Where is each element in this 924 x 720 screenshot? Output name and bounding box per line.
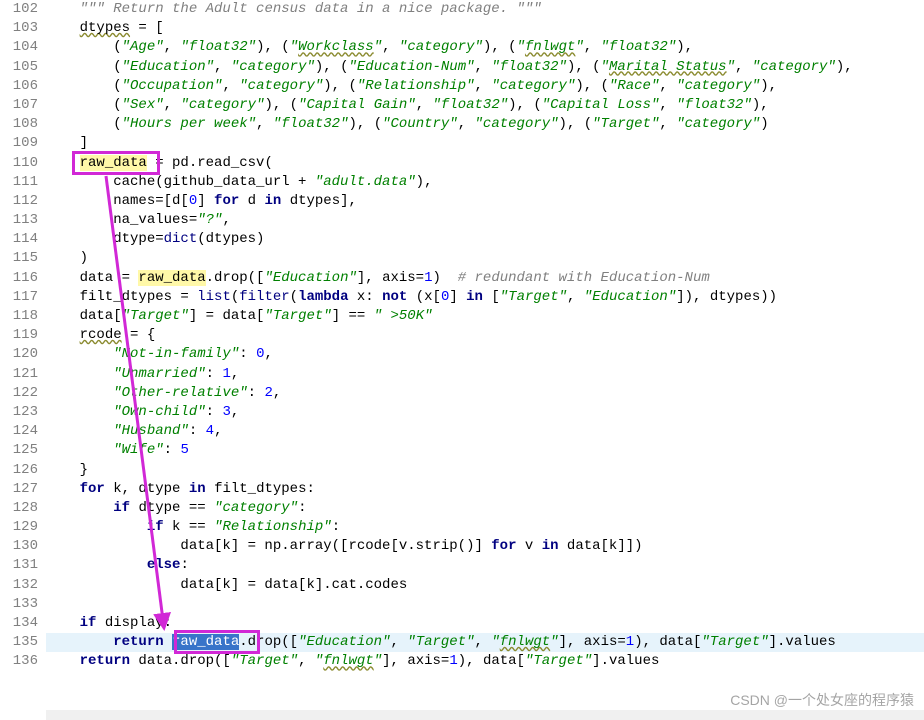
code-line[interactable]: ("Sex", "category"), ("Capital Gain", "f… xyxy=(46,96,924,115)
code-line[interactable]: dtype=dict(dtypes) xyxy=(46,230,924,249)
line-number: 127 xyxy=(0,480,38,499)
code-line[interactable]: ("Age", "float32"), ("Workclass", "categ… xyxy=(46,38,924,57)
line-number: 120 xyxy=(0,345,38,364)
line-number: 113 xyxy=(0,211,38,230)
annotation-box-top xyxy=(72,151,160,175)
line-number-gutter: 1021031041051061071081091101111121131141… xyxy=(0,0,46,720)
line-number: 130 xyxy=(0,537,38,556)
line-number: 135 xyxy=(0,633,38,652)
line-number: 105 xyxy=(0,58,38,77)
code-line[interactable]: if dtype == "category": xyxy=(46,499,924,518)
line-number: 129 xyxy=(0,518,38,537)
code-line[interactable]: cache(github_data_url + "adult.data"), xyxy=(46,173,924,192)
annotation-box-bottom xyxy=(174,630,260,654)
horizontal-scrollbar[interactable] xyxy=(46,710,924,720)
line-number: 103 xyxy=(0,19,38,38)
line-number: 107 xyxy=(0,96,38,115)
code-line[interactable]: dtypes = [ xyxy=(46,19,924,38)
line-number: 117 xyxy=(0,288,38,307)
code-line[interactable]: data[k] = np.array([rcode[v.strip()] for… xyxy=(46,537,924,556)
line-number: 106 xyxy=(0,77,38,96)
code-line[interactable]: "Wife": 5 xyxy=(46,441,924,460)
line-number: 134 xyxy=(0,614,38,633)
line-number: 136 xyxy=(0,652,38,671)
code-editor[interactable]: 1021031041051061071081091101111121131141… xyxy=(0,0,924,720)
code-line[interactable]: ) xyxy=(46,249,924,268)
code-line[interactable]: ] xyxy=(46,134,924,153)
line-number: 124 xyxy=(0,422,38,441)
code-line[interactable]: names=[d[0] for d in dtypes], xyxy=(46,192,924,211)
line-number: 112 xyxy=(0,192,38,211)
line-number: 125 xyxy=(0,441,38,460)
code-line[interactable]: rcode = { xyxy=(46,326,924,345)
line-number: 110 xyxy=(0,154,38,173)
line-number: 133 xyxy=(0,595,38,614)
code-line[interactable]: ("Hours per week", "float32"), ("Country… xyxy=(46,115,924,134)
code-area[interactable]: """ Return the Adult census data in a ni… xyxy=(46,0,924,720)
line-number: 114 xyxy=(0,230,38,249)
code-line[interactable]: "Not-in-family": 0, xyxy=(46,345,924,364)
line-number: 121 xyxy=(0,365,38,384)
code-line[interactable]: } xyxy=(46,461,924,480)
code-line[interactable]: "Own-child": 3, xyxy=(46,403,924,422)
code-line[interactable]: if k == "Relationship": xyxy=(46,518,924,537)
line-number: 115 xyxy=(0,249,38,268)
code-line[interactable]: "Husband": 4, xyxy=(46,422,924,441)
line-number: 102 xyxy=(0,0,38,19)
code-line[interactable]: ("Occupation", "category"), ("Relationsh… xyxy=(46,77,924,96)
watermark: CSDN @一个处女座的程序猿 xyxy=(730,690,914,710)
code-line[interactable]: else: xyxy=(46,556,924,575)
code-line[interactable]: for k, dtype in filt_dtypes: xyxy=(46,480,924,499)
code-line[interactable]: data[k] = data[k].cat.codes xyxy=(46,576,924,595)
line-number: 123 xyxy=(0,403,38,422)
code-line[interactable]: na_values="?", xyxy=(46,211,924,230)
line-number: 128 xyxy=(0,499,38,518)
code-line[interactable]: data = raw_data.drop(["Education"], axis… xyxy=(46,269,924,288)
code-line[interactable]: return data.drop(["Target", "fnlwgt"], a… xyxy=(46,652,924,671)
code-line[interactable]: filt_dtypes = list(filter(lambda x: not … xyxy=(46,288,924,307)
line-number: 126 xyxy=(0,461,38,480)
code-line[interactable] xyxy=(46,595,924,614)
code-line[interactable]: raw_data = pd.read_csv( xyxy=(46,154,924,173)
line-number: 122 xyxy=(0,384,38,403)
line-number: 118 xyxy=(0,307,38,326)
line-number: 116 xyxy=(0,269,38,288)
code-line[interactable]: "Unmarried": 1, xyxy=(46,365,924,384)
line-number: 119 xyxy=(0,326,38,345)
code-line[interactable]: ("Education", "category"), ("Education-N… xyxy=(46,58,924,77)
line-number: 108 xyxy=(0,115,38,134)
line-number: 131 xyxy=(0,556,38,575)
line-number: 104 xyxy=(0,38,38,57)
code-line[interactable]: """ Return the Adult census data in a ni… xyxy=(46,0,924,19)
line-number: 109 xyxy=(0,134,38,153)
line-number: 111 xyxy=(0,173,38,192)
line-number: 132 xyxy=(0,576,38,595)
code-line[interactable]: "Other-relative": 2, xyxy=(46,384,924,403)
code-line[interactable]: data["Target"] = data["Target"] == " >50… xyxy=(46,307,924,326)
